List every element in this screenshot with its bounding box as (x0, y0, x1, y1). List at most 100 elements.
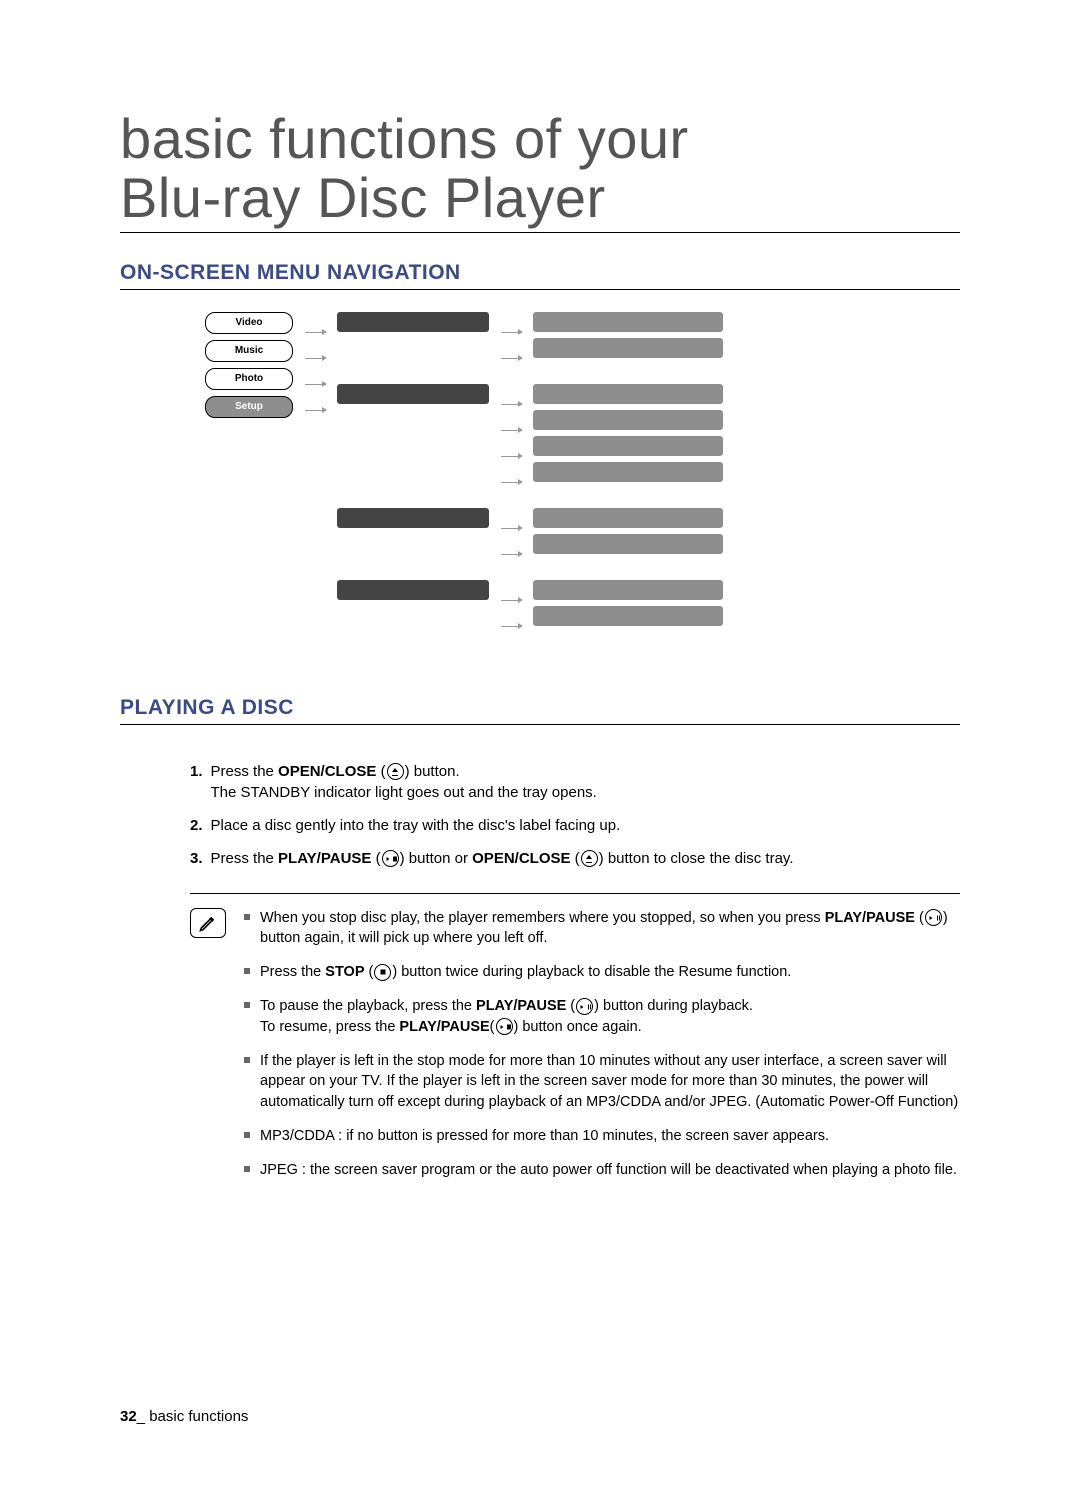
note-text: JPEG : the screen saver program or the a… (260, 1160, 957, 1180)
submenu-bar (337, 312, 489, 332)
menu-column: Video Music Photo Setup (205, 312, 293, 636)
arrow-icon (501, 472, 521, 492)
arrow-icon (501, 544, 521, 564)
group-arrows (501, 580, 521, 636)
step-number: 3. (190, 848, 203, 869)
arrow-icon (305, 348, 325, 368)
bold-text: PLAY/PAUSE (278, 850, 371, 867)
note-item: MP3/CDDA : if no button is pressed for m… (244, 1126, 960, 1146)
steps-list: 1.Press the OPEN/CLOSE () button.The STA… (190, 761, 960, 869)
arrow-icon (501, 590, 521, 610)
option-bar (533, 580, 723, 600)
step-text: Press the OPEN/CLOSE () button.The STAND… (211, 761, 597, 803)
eject-icon (581, 850, 598, 867)
arrow-icon (305, 374, 325, 394)
option-bar (533, 312, 723, 332)
menu-diagram: Video Music Photo Setup (205, 312, 960, 636)
menu-item-music: Music (205, 340, 293, 362)
note-text: MP3/CDDA : if no button is pressed for m… (260, 1126, 829, 1146)
playpause-icon (382, 850, 399, 867)
group-arrows (501, 508, 521, 564)
bold-text: PLAY/PAUSE (399, 1019, 489, 1035)
step-item: 2. Place a disc gently into the tray with… (190, 815, 960, 836)
bullet-icon (244, 914, 250, 920)
page-title: basic functions of your Blu-ray Disc Pla… (120, 110, 960, 233)
arrow-icon (501, 394, 521, 414)
option-bar (533, 606, 723, 626)
bullet-icon (244, 1132, 250, 1138)
bold-text: PLAY/PAUSE (476, 998, 566, 1014)
note-item: Press the STOP () button twice during pl… (244, 962, 960, 982)
option-bar (533, 462, 723, 482)
arrow-icon (305, 400, 325, 420)
option-bar (533, 436, 723, 456)
section-heading-nav: ON-SCREEN MENU NAVIGATION (120, 261, 960, 290)
step-number: 2. (190, 815, 203, 836)
page-footer: 32_ basic functions (120, 1408, 248, 1425)
note-text: If the player is left in the stop mode f… (260, 1051, 960, 1112)
note-icon (190, 908, 226, 938)
playpause-icon (576, 998, 593, 1015)
option-bar (533, 508, 723, 528)
step-item: 3. Press the PLAY/PAUSE () button or OPEN… (190, 848, 960, 869)
menu-item-setup: Setup (205, 396, 293, 418)
bullet-icon (244, 968, 250, 974)
step-number: 1. (190, 761, 203, 803)
arrow-icon (501, 616, 521, 636)
group-arrows (501, 384, 521, 492)
arrow-icon (305, 322, 325, 342)
diagram-group (337, 508, 723, 564)
note-item: If the player is left in the stop mode f… (244, 1051, 960, 1112)
menu-arrows (305, 312, 325, 636)
option-bar (533, 384, 723, 404)
step-text: Press the PLAY/PAUSE () button or OPEN/C… (211, 848, 794, 869)
title-line-1: basic functions of your (120, 107, 689, 170)
arrow-icon (501, 348, 521, 368)
arrow-icon (501, 322, 521, 342)
option-stack (533, 384, 723, 482)
bullet-icon (244, 1002, 250, 1008)
arrow-icon (501, 420, 521, 440)
notes-divider (190, 893, 960, 894)
option-bar (533, 534, 723, 554)
note-text: To pause the playback, press the PLAY/PA… (260, 996, 753, 1037)
bold-text: PLAY/PAUSE (825, 910, 915, 926)
submenu-bar (337, 580, 489, 600)
option-bar (533, 410, 723, 430)
playpause-icon (925, 909, 942, 926)
diagram-group (337, 384, 723, 492)
notes-section: When you stop disc play, the player reme… (190, 908, 960, 1195)
diagram-group (337, 312, 723, 368)
eject-icon (387, 763, 404, 780)
stop-icon (374, 964, 391, 981)
bullet-icon (244, 1057, 250, 1063)
footer-text: _ basic functions (137, 1408, 249, 1425)
bullet-icon (244, 1166, 250, 1172)
bold-text: STOP (325, 964, 364, 980)
group-arrows (501, 312, 521, 368)
submenu-bar (337, 384, 489, 404)
bold-text: OPEN/CLOSE (278, 763, 376, 780)
notes-list: When you stop disc play, the player reme… (244, 908, 960, 1195)
menu-item-video: Video (205, 312, 293, 334)
section-heading-play: PLAYING A DISC (120, 696, 960, 725)
step-item: 1.Press the OPEN/CLOSE () button.The STA… (190, 761, 960, 803)
note-item: When you stop disc play, the player reme… (244, 908, 960, 949)
option-stack (533, 312, 723, 358)
title-line-2: Blu-ray Disc Player (120, 166, 606, 229)
option-stack (533, 508, 723, 554)
playpause-icon (496, 1018, 513, 1035)
diagram-groups (337, 312, 723, 636)
note-text: When you stop disc play, the player reme… (260, 908, 960, 949)
arrow-icon (501, 446, 521, 466)
option-stack (533, 580, 723, 626)
submenu-bar (337, 508, 489, 528)
arrow-icon (501, 518, 521, 538)
menu-item-photo: Photo (205, 368, 293, 390)
note-item: JPEG : the screen saver program or the a… (244, 1160, 960, 1180)
diagram-group (337, 580, 723, 636)
bold-text: OPEN/CLOSE (472, 850, 570, 867)
step-text: Place a disc gently into the tray with t… (211, 815, 621, 836)
note-item: To pause the playback, press the PLAY/PA… (244, 996, 960, 1037)
option-bar (533, 338, 723, 358)
